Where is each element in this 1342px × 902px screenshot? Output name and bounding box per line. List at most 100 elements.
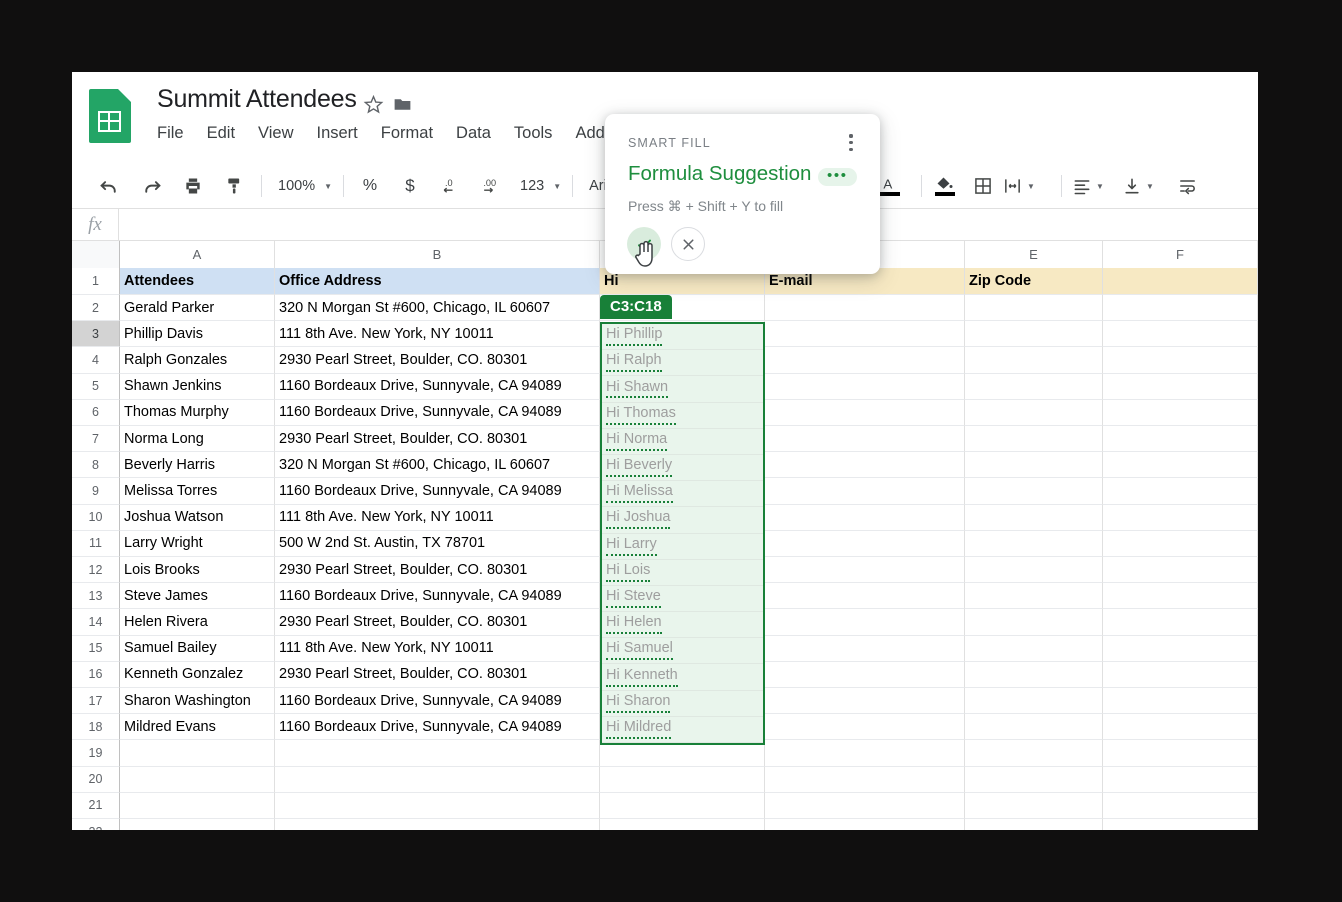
row-header-9[interactable]: 9 (72, 478, 120, 504)
cell-d18[interactable] (765, 714, 965, 740)
star-icon[interactable] (363, 94, 384, 120)
cell-e2[interactable] (965, 295, 1103, 321)
cell-a16[interactable]: Kenneth Gonzalez (120, 662, 275, 688)
paint-format-icon[interactable] (220, 171, 250, 201)
cell-e3[interactable] (965, 321, 1103, 347)
cell-f5[interactable] (1103, 374, 1258, 400)
format-currency-button[interactable]: $ (395, 171, 425, 201)
redo-icon[interactable] (136, 171, 166, 201)
cell-b20[interactable] (275, 767, 600, 793)
row-header-13[interactable]: 13 (72, 583, 120, 609)
cell-b3[interactable]: 111 8th Ave. New York, NY 10011 (275, 321, 600, 347)
cell-d22[interactable] (765, 819, 965, 830)
more-options-icon[interactable] (842, 131, 860, 153)
cell-f13[interactable] (1103, 583, 1258, 609)
cell-f3[interactable] (1103, 321, 1258, 347)
row-header-16[interactable]: 16 (72, 662, 120, 688)
cell-d9[interactable] (765, 478, 965, 504)
cell-a17[interactable]: Sharon Washington (120, 688, 275, 714)
cell-e21[interactable] (965, 793, 1103, 819)
cell-e16[interactable] (965, 662, 1103, 688)
cell-b1[interactable]: Office Address (275, 268, 600, 295)
cell-e9[interactable] (965, 478, 1103, 504)
cell-d7[interactable] (765, 426, 965, 452)
cell-f2[interactable] (1103, 295, 1258, 321)
cell-a5[interactable]: Shawn Jenkins (120, 374, 275, 400)
cell-a1[interactable]: Attendees (120, 268, 275, 295)
borders-icon[interactable] (968, 171, 998, 201)
cell-e11[interactable] (965, 531, 1103, 557)
cell-f6[interactable] (1103, 400, 1258, 426)
cell-f10[interactable] (1103, 505, 1258, 531)
cell-a15[interactable]: Samuel Bailey (120, 636, 275, 662)
cell-e5[interactable] (965, 374, 1103, 400)
increase-decimal-button[interactable]: .00 (475, 171, 505, 201)
row-header-19[interactable]: 19 (72, 740, 120, 766)
row-header-10[interactable]: 10 (72, 505, 120, 531)
cell-e6[interactable] (965, 400, 1103, 426)
cell-e19[interactable] (965, 740, 1103, 766)
vertical-align-icon[interactable]: ▼ (1122, 171, 1154, 201)
cell-a3[interactable]: Phillip Davis (120, 321, 275, 347)
cell-d2[interactable] (765, 295, 965, 321)
cell-e20[interactable] (965, 767, 1103, 793)
cell-d10[interactable] (765, 505, 965, 531)
cell-a11[interactable]: Larry Wright (120, 531, 275, 557)
row-header-22[interactable]: 22 (72, 819, 120, 830)
cell-f20[interactable] (1103, 767, 1258, 793)
cell-b6[interactable]: 1160 Bordeaux Drive, Sunnyvale, CA 94089 (275, 400, 600, 426)
cell-b8[interactable]: 320 N Morgan St #600, Chicago, IL 60607 (275, 452, 600, 478)
cell-d19[interactable] (765, 740, 965, 766)
cell-b22[interactable] (275, 819, 600, 830)
cell-b2[interactable]: 320 N Morgan St #600, Chicago, IL 60607 (275, 295, 600, 321)
cell-a8[interactable]: Beverly Harris (120, 452, 275, 478)
column-header-b[interactable]: B (275, 241, 600, 268)
cell-f12[interactable] (1103, 557, 1258, 583)
menu-item-file[interactable]: File (157, 124, 184, 143)
row-header-18[interactable]: 18 (72, 714, 120, 740)
cell-b5[interactable]: 1160 Bordeaux Drive, Sunnyvale, CA 94089 (275, 374, 600, 400)
cell-d14[interactable] (765, 609, 965, 635)
row-header-4[interactable]: 4 (72, 347, 120, 373)
row-header-14[interactable]: 14 (72, 609, 120, 635)
cell-e10[interactable] (965, 505, 1103, 531)
cell-d5[interactable] (765, 374, 965, 400)
row-header-11[interactable]: 11 (72, 531, 120, 557)
cell-d16[interactable] (765, 662, 965, 688)
row-header-2[interactable]: 2 (72, 295, 120, 321)
row-header-20[interactable]: 20 (72, 767, 120, 793)
cell-b10[interactable]: 111 8th Ave. New York, NY 10011 (275, 505, 600, 531)
cell-b15[interactable]: 111 8th Ave. New York, NY 10011 (275, 636, 600, 662)
cell-d4[interactable] (765, 347, 965, 373)
reject-suggestion-button[interactable] (671, 227, 705, 261)
cell-e7[interactable] (965, 426, 1103, 452)
row-header-15[interactable]: 15 (72, 636, 120, 662)
cell-b18[interactable]: 1160 Bordeaux Drive, Sunnyvale, CA 94089 (275, 714, 600, 740)
row-header-21[interactable]: 21 (72, 793, 120, 819)
undo-icon[interactable] (94, 171, 124, 201)
row-header-5[interactable]: 5 (72, 374, 120, 400)
cell-d11[interactable] (765, 531, 965, 557)
cell-a2[interactable]: Gerald Parker (120, 295, 275, 321)
row-header-6[interactable]: 6 (72, 400, 120, 426)
cell-e15[interactable] (965, 636, 1103, 662)
cell-a22[interactable] (120, 819, 275, 830)
row-header-8[interactable]: 8 (72, 452, 120, 478)
row-header-12[interactable]: 12 (72, 557, 120, 583)
cell-d17[interactable] (765, 688, 965, 714)
cell-a7[interactable]: Norma Long (120, 426, 275, 452)
cell-d12[interactable] (765, 557, 965, 583)
accept-suggestion-button[interactable] (627, 227, 661, 261)
cell-f15[interactable] (1103, 636, 1258, 662)
column-header-a[interactable]: A (120, 241, 275, 268)
cell-f11[interactable] (1103, 531, 1258, 557)
menu-item-view[interactable]: View (258, 124, 293, 143)
cell-b9[interactable]: 1160 Bordeaux Drive, Sunnyvale, CA 94089 (275, 478, 600, 504)
cell-a20[interactable] (120, 767, 275, 793)
column-header-f[interactable]: F (1103, 241, 1258, 268)
menu-item-addons[interactable]: Add (575, 124, 604, 143)
row-header-1[interactable]: 1 (72, 268, 120, 295)
menu-item-format[interactable]: Format (381, 124, 433, 143)
horizontal-align-icon[interactable]: ▼ (1072, 171, 1104, 201)
column-header-e[interactable]: E (965, 241, 1103, 268)
